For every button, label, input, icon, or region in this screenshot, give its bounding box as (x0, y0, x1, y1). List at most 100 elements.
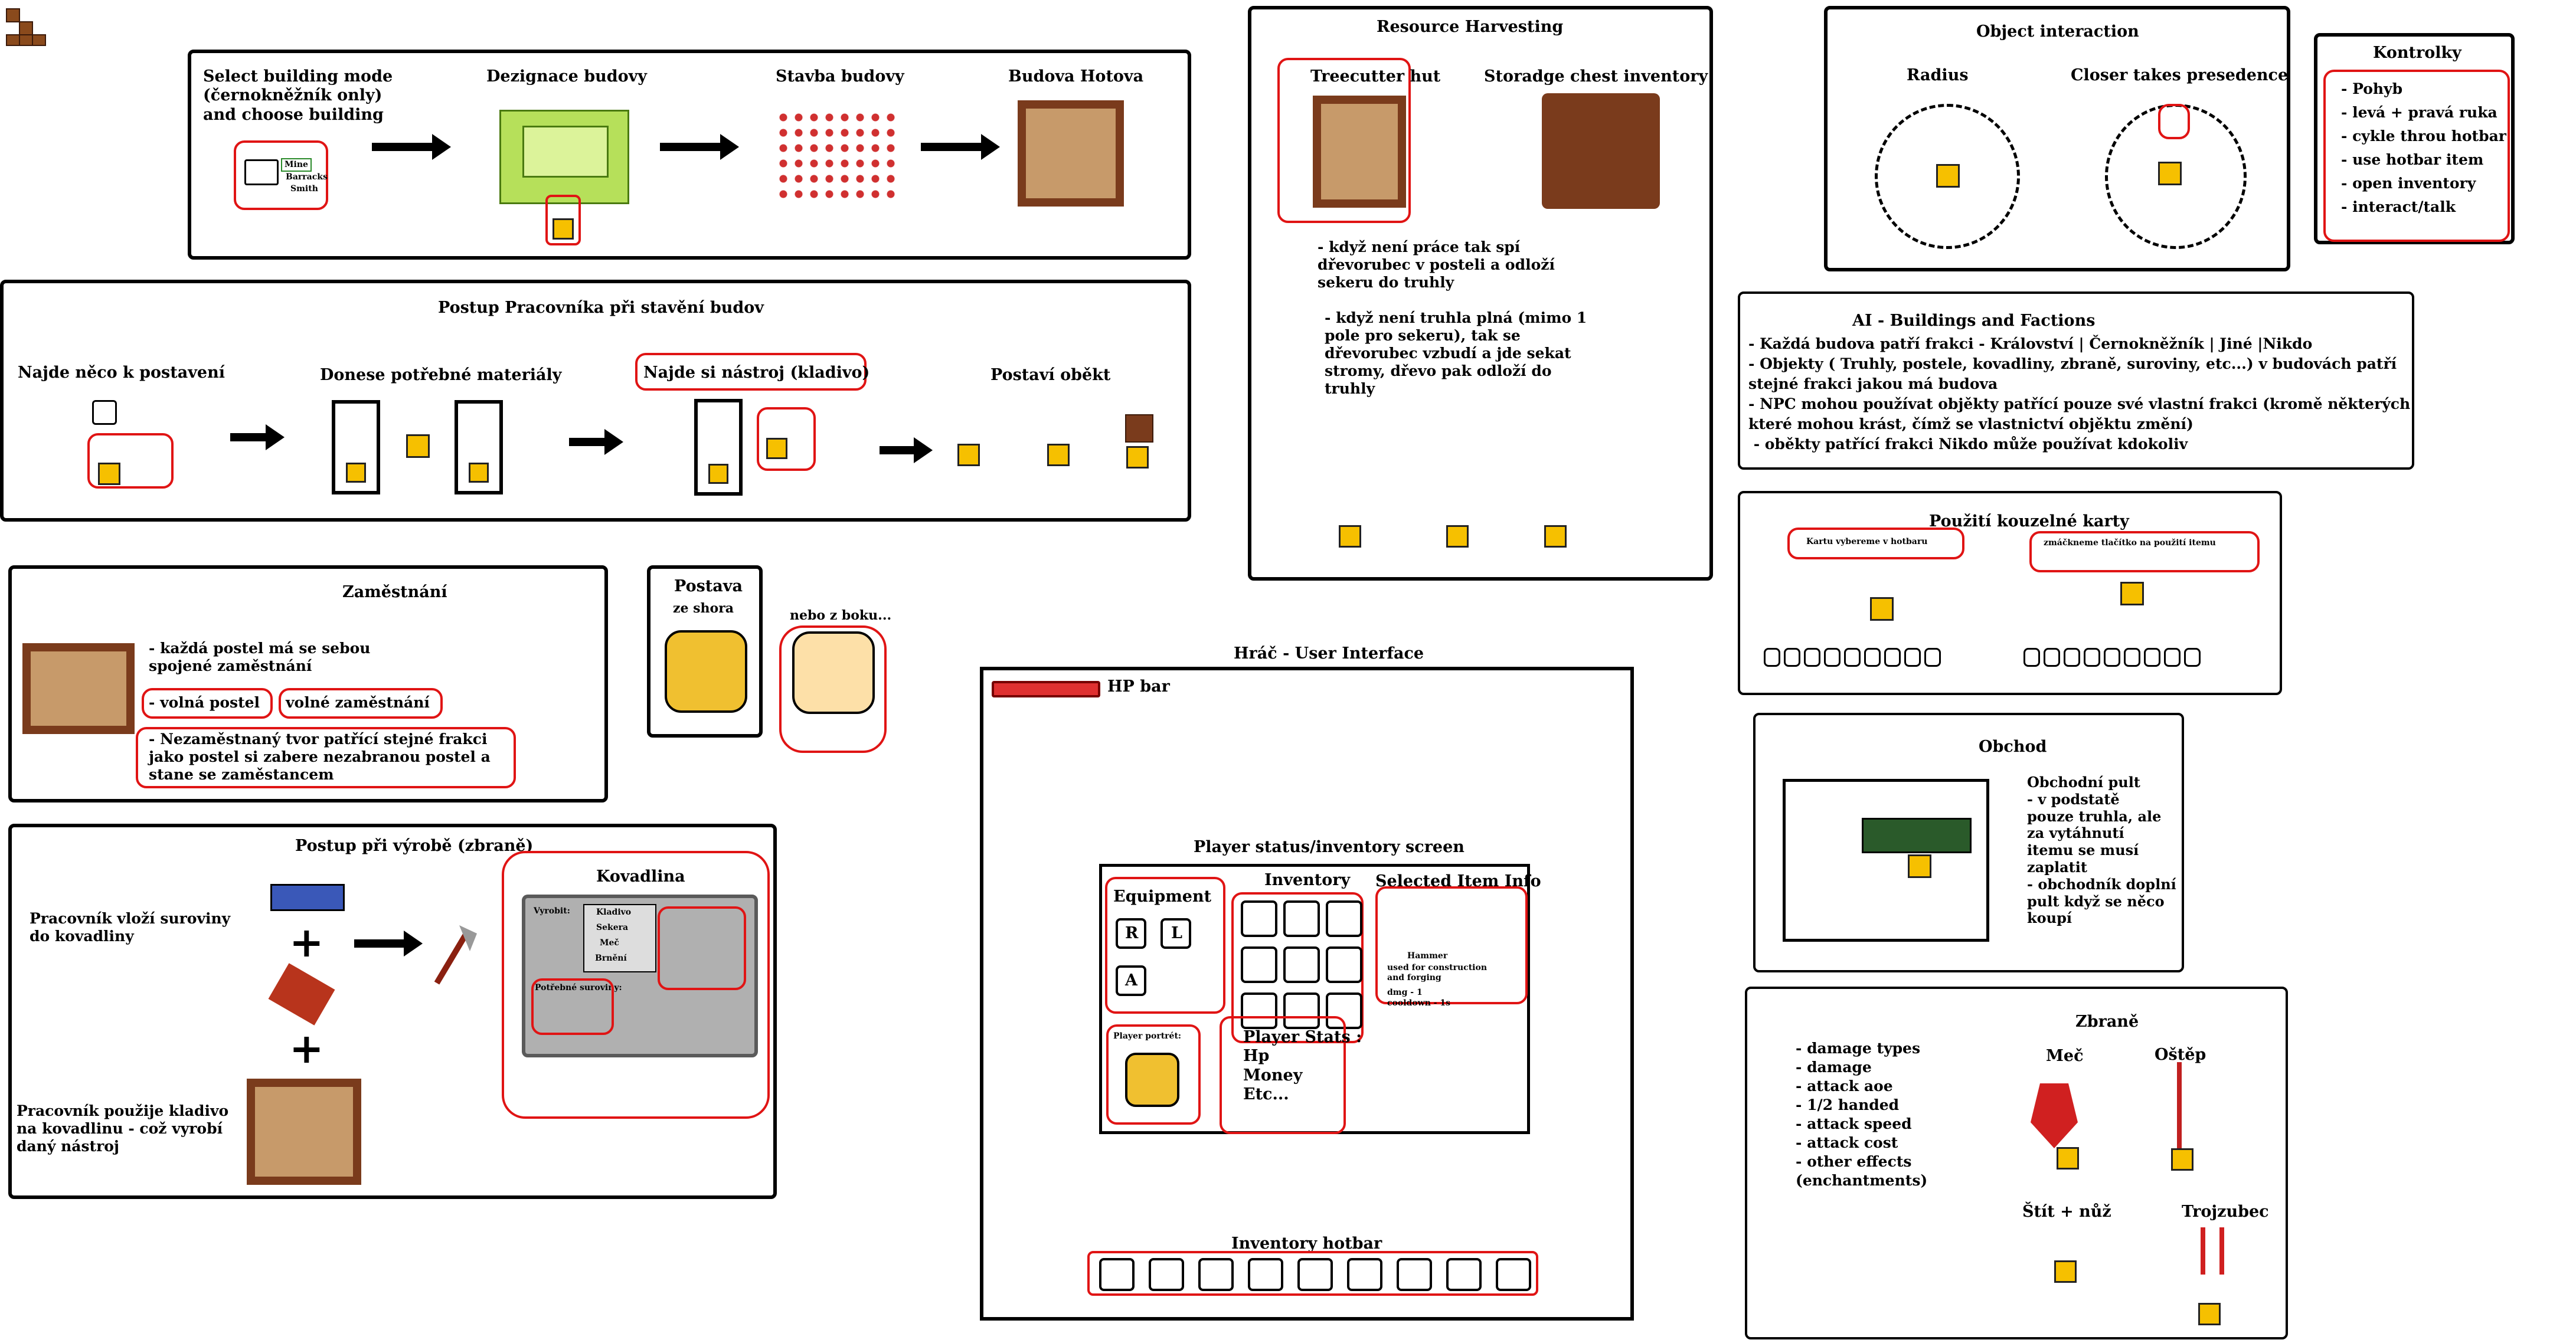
magic-hotbar-slot[interactable] (1824, 648, 1841, 667)
building-step2: Dezignace budovy (486, 67, 647, 86)
magic-hotbar-slot[interactable] (1904, 648, 1921, 667)
ai-line: - Objekty ( Truhly, postele, kovadliny, … (1748, 355, 2397, 372)
magic-hotbar-slot[interactable] (2104, 648, 2120, 667)
anvil-building (247, 1079, 361, 1185)
magic-hotbar-slot[interactable] (2164, 648, 2181, 667)
weapon-attr: - attack speed (1796, 1115, 1912, 1132)
anvil-small (270, 884, 345, 911)
arrow-7 (354, 931, 423, 957)
built-crate (1125, 414, 1153, 443)
magic-left: Kartu vybereme v hotbaru (1806, 537, 1928, 546)
hotbar-slot[interactable] (1099, 1258, 1135, 1291)
magic-hotbar (1764, 648, 2271, 672)
magic-hotbar-slot[interactable] (2144, 648, 2160, 667)
eq-slot-l[interactable]: L (1160, 918, 1191, 949)
magic-hotbar-slot[interactable] (1764, 648, 1780, 667)
arrow-3 (921, 134, 1000, 160)
magic-hotbar-slot[interactable] (2184, 648, 2201, 667)
magic-hotbar-slot[interactable] (1884, 648, 1901, 667)
hotbar-slot[interactable] (1397, 1258, 1432, 1291)
arrow-5 (569, 429, 623, 455)
weapon-attr: - 1/2 handed (1796, 1096, 1900, 1113)
build-menu-mine[interactable]: Mine (281, 158, 312, 172)
magic-hotbar-slot[interactable] (2023, 648, 2040, 667)
spear-icon (2177, 1062, 2182, 1151)
finished-building (1018, 100, 1124, 207)
magic-hotbar-slot[interactable] (1804, 648, 1820, 667)
anvil-title: Kovadlina (596, 867, 685, 886)
magic-hotbar-slot[interactable] (2064, 648, 2080, 667)
anvil-opt-mec[interactable]: Meč (600, 938, 619, 948)
resource-chest: Storadge chest inventory (1484, 67, 1708, 86)
inventory-slot[interactable] (1241, 946, 1277, 983)
magic-hotbar-slot[interactable] (1784, 648, 1800, 667)
eq-slot-r[interactable]: R (1116, 918, 1146, 949)
weapon-attr: - attack aoe (1796, 1077, 1893, 1095)
hotbar-slot[interactable] (1297, 1258, 1333, 1291)
magic-hotbar-slot[interactable] (2044, 648, 2060, 667)
weapon-player-4 (2198, 1303, 2221, 1325)
inventory-slot[interactable] (1326, 946, 1362, 983)
construction-grid (776, 110, 900, 202)
ai-line: které mohou krást, čímž se vlastnictví o… (1748, 415, 2193, 433)
anvil-result-highlight (658, 906, 746, 990)
inventory-slot[interactable] (1326, 900, 1362, 937)
controls-item: - levá + pravá ruka (2341, 104, 2497, 121)
ai-line: - Každá budova patří frakci - Království… (1748, 335, 2313, 352)
build-menu-barracks[interactable]: Barracks (286, 172, 328, 182)
magic-hotbar-slot[interactable] (1924, 648, 1941, 667)
plus-icon-1: + (289, 918, 324, 967)
closer-highlight (2158, 104, 2190, 139)
anvil-need-highlight (531, 978, 614, 1035)
material-box-1 (332, 400, 380, 494)
hotbar-slot[interactable] (1149, 1258, 1184, 1291)
find-icon (92, 400, 117, 425)
weapon-shield: Štít + nůž (2022, 1203, 2111, 1221)
weapon-player-3 (2054, 1260, 2077, 1283)
anvil-opt-kladivo[interactable]: Kladivo (596, 908, 631, 918)
inventory-slot[interactable] (1283, 946, 1320, 983)
weapons-panel: Zbraně - damage types - damage - attack ao… (1745, 987, 2288, 1339)
anvil-opt-brneni[interactable]: Brnění (595, 954, 627, 964)
crafting-line2: Pracovník použije kladivo na kovadlinu -… (17, 1102, 229, 1155)
magic-hotbar-slot[interactable] (2124, 648, 2140, 667)
magic-hotbar-slot[interactable] (2084, 648, 2100, 667)
hotbar-slot[interactable] (1248, 1258, 1283, 1291)
anvil-opt-sekera[interactable]: Sekera (596, 923, 628, 933)
resource-panel: Resource Harvesting Treecutter hut Stora… (1248, 6, 1713, 581)
weapon-attr: - damage types (1796, 1040, 1921, 1057)
weapon-trident: Trojzubec (2182, 1203, 2269, 1221)
shop-text: Obchodní pult - v podstatě pouze truhla,… (2027, 774, 2176, 927)
inventory-slot[interactable] (1283, 900, 1320, 937)
character-title: Postava (674, 577, 743, 595)
material-box-2 (455, 400, 503, 494)
shop-title: Obchod (1979, 738, 2047, 756)
ui-title: Hráč - User Interface (1234, 644, 1424, 663)
build-menu-smith[interactable]: Smith (290, 184, 318, 194)
magic-hotbar-slot[interactable] (1844, 648, 1861, 667)
item-desc: used for construction and forging (1387, 963, 1488, 982)
inventory-slot[interactable] (1241, 900, 1277, 937)
hotbar-slot[interactable] (1198, 1258, 1234, 1291)
hotbar-slot[interactable] (1496, 1258, 1531, 1291)
eq-slot-a[interactable]: A (1116, 965, 1146, 996)
inventory-hotbar (1099, 1258, 1536, 1291)
worker-marker-8 (1544, 525, 1567, 548)
worker-step1: Najde něco k postavení (18, 363, 225, 382)
weapon-attr: - attack cost (1796, 1134, 1898, 1151)
resource-note1: - když není práce tak spí dřevorubec v p… (1318, 238, 1555, 291)
worker-marker-1 (98, 463, 120, 485)
anvil-dropdown[interactable]: Kladivo Sekera Meč Brnění (583, 904, 656, 972)
trident-icon (2201, 1227, 2224, 1275)
worker-marker-7 (1446, 525, 1469, 548)
plus-icon-2: + (289, 1024, 324, 1073)
character-panel: Postava ze shora (647, 565, 763, 738)
hp-label: HP bar (1107, 677, 1170, 696)
worker-marker-6 (1339, 525, 1361, 548)
weapon-attr: (enchantments) (1796, 1172, 1928, 1189)
hotbar-slot[interactable] (1347, 1258, 1382, 1291)
employment-free-job: volné zaměstnání (286, 694, 430, 711)
hotbar-slot[interactable] (1446, 1258, 1482, 1291)
magic-hotbar-slot[interactable] (1864, 648, 1881, 667)
arrow-1 (372, 134, 451, 160)
